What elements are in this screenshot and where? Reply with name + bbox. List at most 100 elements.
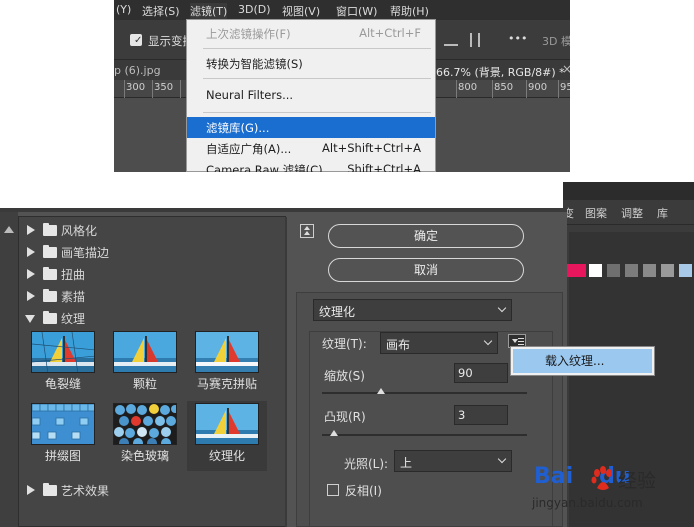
list-menu-icon: [518, 338, 524, 339]
tab-patterns[interactable]: 图案: [585, 205, 607, 221]
close-tab-icon[interactable]: ×: [562, 62, 570, 76]
ruler-tick: [492, 80, 493, 98]
color-swatch[interactable]: [679, 264, 692, 277]
filter-thumb-stained-glass[interactable]: 染色玻璃: [105, 401, 185, 471]
ok-button[interactable]: 确定: [328, 224, 524, 248]
menu-item-filter[interactable]: 滤镜(T): [190, 3, 228, 19]
patchwork-preview-image: [31, 403, 95, 445]
ruler-tick: [526, 80, 527, 98]
category-sketch[interactable]: 素描: [19, 285, 285, 307]
folder-open-icon: [43, 311, 57, 324]
chevron-down-icon: [497, 303, 507, 313]
menu-item-help[interactable]: 帮助(H): [390, 3, 429, 19]
scale-slider-handle[interactable]: [377, 388, 386, 394]
filter-thumb-grain[interactable]: 颗粒: [105, 329, 185, 399]
scroll-up-icon[interactable]: [4, 226, 14, 233]
ruler-tick: [152, 80, 153, 98]
menu-item-image[interactable]: (Y): [116, 3, 131, 16]
screenshot-stage: (Y) 选择(S) 滤镜(T) 3D(D) 视图(V) 窗口(W) 帮助(H) …: [0, 0, 694, 527]
menu-item-view[interactable]: 视图(V): [282, 3, 320, 19]
craquelure-preview-image: [31, 331, 95, 373]
load-texture-menu-item[interactable]: 载入纹理...: [513, 349, 652, 373]
dialog-top-edge: [0, 208, 567, 212]
filter-thumb-texturizer[interactable]: 纹理化: [187, 401, 267, 471]
expand-arrow-icon: [27, 485, 35, 495]
effect-select[interactable]: 纹理化: [313, 299, 512, 321]
relief-slider-track[interactable]: [322, 434, 527, 436]
color-swatch[interactable]: [589, 264, 602, 277]
ruler-label: 300: [126, 82, 146, 93]
expand-arrow-icon: [27, 269, 35, 279]
filter-thumb-patchwork[interactable]: 拼缀图: [23, 401, 103, 471]
ruler-label: 800: [458, 82, 478, 93]
folder-icon: [43, 245, 57, 258]
texture-select[interactable]: 画布: [380, 332, 498, 354]
menu-separator: [203, 78, 431, 79]
category-distort[interactable]: 扭曲: [19, 263, 285, 285]
category-brush-strokes[interactable]: 画笔描边: [19, 241, 285, 263]
menu-item-adaptive-wide-angle[interactable]: 自适应广角(A)... Alt+Shift+Ctrl+A: [187, 138, 435, 159]
relief-input[interactable]: 3: [454, 405, 508, 425]
invert-label: 反相(I): [345, 484, 382, 498]
category-texture[interactable]: 纹理: [19, 307, 285, 329]
distribute-icon[interactable]: [470, 33, 480, 47]
ruler-label: 850: [494, 82, 514, 93]
stained-glass-preview-image: [113, 403, 177, 445]
filter-gallery-dialog: 风格化 画笔描边 扭曲 素描 纹理 龟裂缝 颗粒 马赛克拼贴 拼缀图 染色玻璃 …: [0, 208, 567, 527]
jingyan-text: 经验: [618, 470, 657, 492]
menu-item-filter-gallery[interactable]: 滤镜库(G)...: [187, 117, 435, 138]
photoshop-top-window: (Y) 选择(S) 滤镜(T) 3D(D) 视图(V) 窗口(W) 帮助(H) …: [114, 0, 570, 172]
folder-icon: [43, 223, 57, 236]
menu-item-neural-filters[interactable]: Neural Filters...: [187, 85, 435, 106]
color-swatch[interactable]: [643, 264, 656, 277]
menu-item-camera-raw[interactable]: Camera Raw 滤镜(C)... Shift+Ctrl+A: [187, 159, 435, 172]
more-options-button[interactable]: •••: [508, 32, 527, 45]
document-tab-left[interactable]: p (6).jpg: [114, 64, 161, 77]
menu-separator: [203, 48, 431, 49]
collapse-gallery-button[interactable]: [300, 224, 314, 238]
color-swatch[interactable]: [573, 264, 586, 277]
expand-arrow-icon: [27, 247, 35, 257]
tree-scrollbar[interactable]: [285, 217, 287, 527]
panel-divider: [563, 224, 694, 225]
filter-thumb-mosaic-tiles[interactable]: 马赛克拼贴: [187, 329, 267, 399]
texture-label: 纹理(T):: [322, 337, 367, 351]
ruler-label: 95: [560, 82, 570, 93]
cancel-button[interactable]: 取消: [328, 258, 524, 282]
color-swatch[interactable]: [625, 264, 638, 277]
align-bottom-icon[interactable]: [444, 34, 458, 46]
mosaic-tiles-preview-image: [195, 331, 259, 373]
light-select[interactable]: 上: [394, 450, 512, 472]
invert-checkbox[interactable]: [327, 484, 339, 496]
document-tab-active[interactable]: 66.7% (背景, RGB/8#) *: [436, 64, 565, 80]
preview-scroll-strip: [0, 212, 18, 527]
menu-item-select[interactable]: 选择(S): [142, 3, 180, 19]
category-artistic[interactable]: 艺术效果: [19, 479, 285, 501]
ruler-label: 900: [528, 82, 548, 93]
scale-slider-track[interactable]: [322, 392, 527, 394]
light-label: 光照(L):: [344, 457, 389, 471]
filter-thumb-craquelure[interactable]: 龟裂缝: [23, 329, 103, 399]
folder-icon: [43, 289, 57, 302]
expand-arrow-icon: [27, 225, 35, 235]
chevron-down-icon: [483, 336, 493, 346]
menu-item-3d[interactable]: 3D(D): [238, 3, 271, 16]
category-stylize[interactable]: 风格化: [19, 219, 285, 241]
3d-mode-label[interactable]: 3D 模: [542, 33, 570, 49]
tab-libraries[interactable]: 库: [657, 205, 668, 221]
baidu-logo-bai: Bai: [534, 464, 574, 489]
relief-slider-handle[interactable]: [330, 430, 339, 436]
color-swatch[interactable]: [607, 264, 620, 277]
menu-separator: [203, 112, 431, 113]
scale-input[interactable]: 90: [454, 363, 508, 383]
menu-item-last-filter[interactable]: 上次滤镜操作(F) Alt+Ctrl+F: [187, 23, 435, 44]
menu-item-convert-smart-filter[interactable]: 转换为智能滤镜(S): [187, 53, 435, 74]
texturizer-preview-image: [195, 403, 259, 445]
menu-bar: (Y) 选择(S) 滤镜(T) 3D(D) 视图(V) 窗口(W) 帮助(H): [114, 0, 570, 20]
folder-icon: [43, 483, 57, 496]
menu-item-window[interactable]: 窗口(W): [336, 3, 377, 19]
tab-adjustments[interactable]: 调整: [621, 205, 643, 221]
filter-category-tree: 风格化 画笔描边 扭曲 素描 纹理 龟裂缝 颗粒 马赛克拼贴 拼缀图 染色玻璃 …: [18, 216, 287, 527]
color-swatch[interactable]: [661, 264, 674, 277]
chevron-up-icon: [304, 231, 310, 235]
